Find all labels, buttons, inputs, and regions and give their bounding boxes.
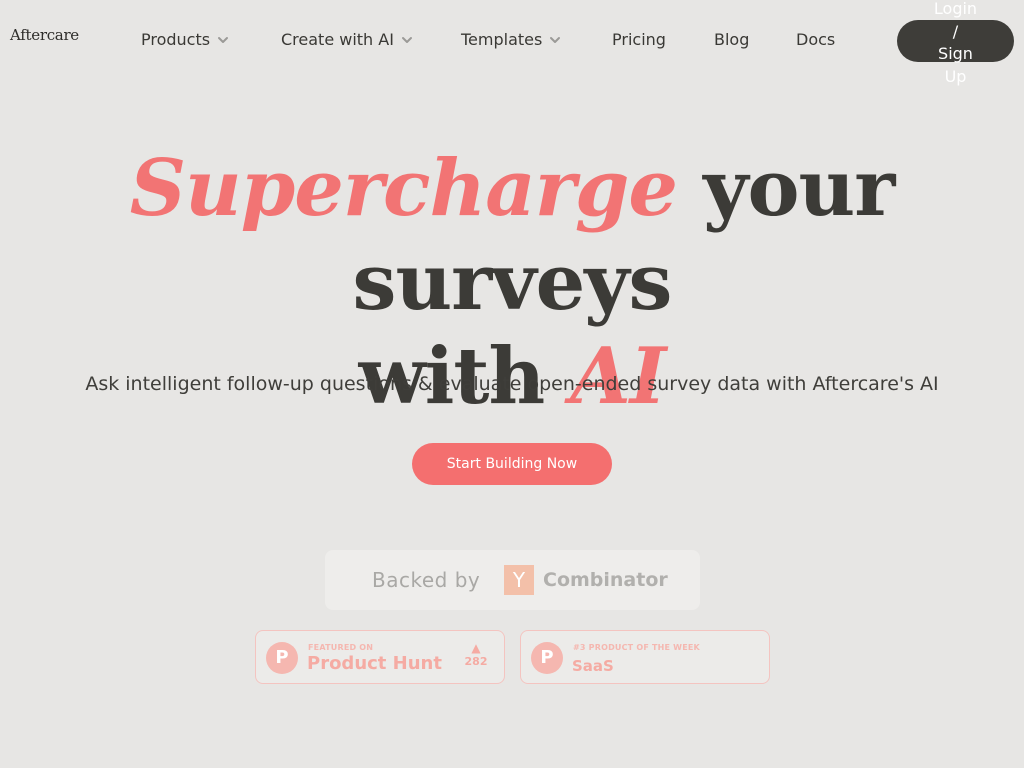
upvote-arrow-icon: ▲ xyxy=(471,641,481,655)
y-combinator-logo-icon: Y xyxy=(504,565,534,595)
nav-item-label: Docs xyxy=(796,30,836,49)
badge-caption: FEATURED ON xyxy=(308,643,374,652)
nav-item-blog[interactable]: Blog xyxy=(714,30,749,50)
badge-title: SaaS xyxy=(572,657,614,675)
chevron-down-icon xyxy=(400,33,414,47)
top-navigation: Aftercare Products Create with AI Templa… xyxy=(0,0,1024,86)
upvote-count: 282 xyxy=(464,655,488,668)
start-building-button[interactable]: Start Building Now xyxy=(412,443,612,485)
backed-by-label: Backed by xyxy=(372,568,481,592)
nav-item-templates[interactable]: Templates xyxy=(461,30,562,50)
upvote-counter: ▲ 282 xyxy=(461,641,491,669)
product-of-the-week-badge[interactable]: P #3 PRODUCT OF THE WEEK SaaS xyxy=(520,630,770,684)
chevron-down-icon xyxy=(548,33,562,47)
hero-title-accent: Supercharge xyxy=(129,143,678,234)
badge-title: Product Hunt xyxy=(307,653,442,674)
nav-item-label: Create with AI xyxy=(281,30,394,49)
nav-item-products[interactable]: Products xyxy=(141,30,230,50)
chevron-down-icon xyxy=(216,33,230,47)
nav-item-docs[interactable]: Docs xyxy=(796,30,835,50)
hero-subtitle: Ask intelligent follow-up questions & ev… xyxy=(85,373,939,395)
y-combinator-name: Combinator xyxy=(543,569,668,591)
nav-item-label: Blog xyxy=(714,30,750,49)
nav-item-label: Products xyxy=(141,30,211,49)
badge-caption: #3 PRODUCT OF THE WEEK xyxy=(573,643,700,652)
nav-item-pricing[interactable]: Pricing xyxy=(612,30,666,50)
logo[interactable]: Aftercare xyxy=(10,26,79,44)
nav-item-create-with-ai[interactable]: Create with AI xyxy=(281,30,414,50)
backed-by-banner: Backed by Y Combinator xyxy=(325,550,700,610)
nav-item-label: Templates xyxy=(461,30,543,49)
login-signup-button[interactable] xyxy=(897,20,1014,62)
product-hunt-icon: P xyxy=(266,642,298,674)
nav-item-label: Pricing xyxy=(612,30,666,49)
product-hunt-featured-badge[interactable]: P FEATURED ON Product Hunt ▲ 282 xyxy=(255,630,505,684)
product-hunt-icon: P xyxy=(531,642,563,674)
